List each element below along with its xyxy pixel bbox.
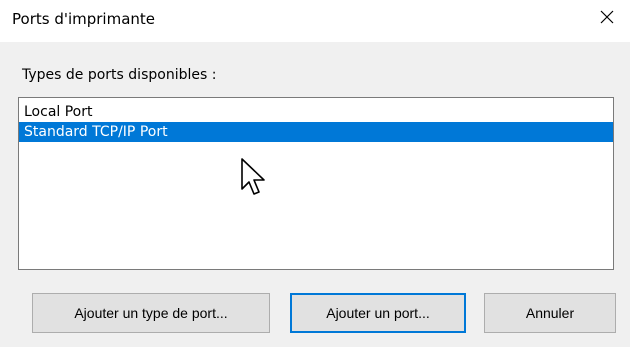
close-icon	[600, 10, 614, 24]
mouse-pointer-icon	[241, 158, 265, 195]
port-types-listbox[interactable]: Local Port Standard TCP/IP Port	[18, 97, 614, 270]
add-port-button[interactable]: Ajouter un port...	[290, 293, 466, 333]
add-port-type-button[interactable]: Ajouter un type de port...	[32, 293, 270, 333]
title-bar: Ports d'imprimante	[0, 0, 630, 42]
port-types-label: Types de ports disponibles :	[22, 67, 217, 83]
list-item-local-port[interactable]: Local Port	[19, 102, 613, 122]
list-item-standard-tcpip-port[interactable]: Standard TCP/IP Port	[19, 122, 613, 142]
printer-ports-dialog: Ports d'imprimante Types de ports dispon…	[0, 0, 630, 347]
cancel-button[interactable]: Annuler	[484, 293, 616, 333]
close-button[interactable]	[584, 0, 630, 34]
window-title: Ports d'imprimante	[12, 10, 156, 28]
